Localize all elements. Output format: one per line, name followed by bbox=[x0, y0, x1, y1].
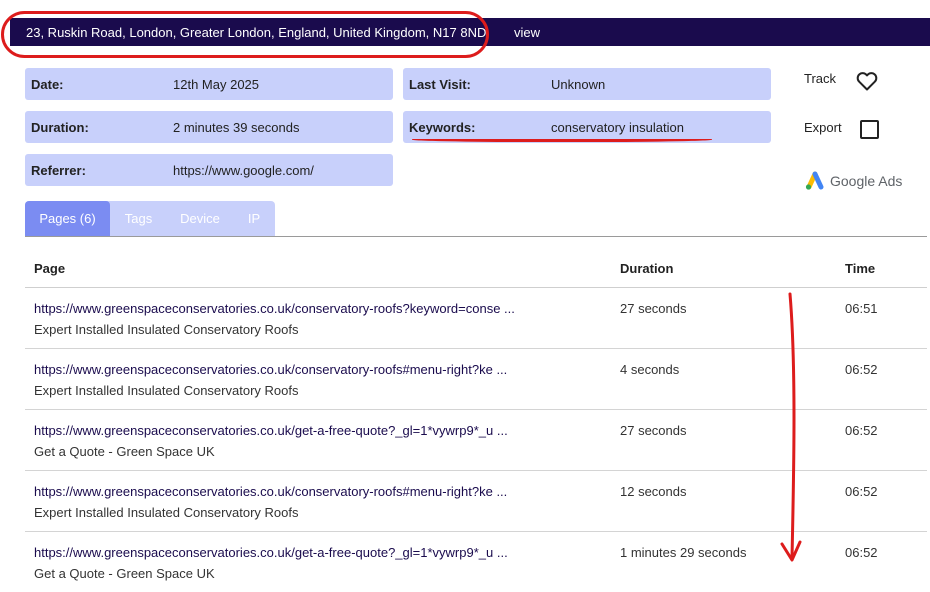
export-label: Export bbox=[804, 120, 842, 135]
date-value: 12th May 2025 bbox=[173, 77, 260, 92]
keywords-value: conservatory insulation bbox=[551, 120, 684, 135]
page-duration: 1 minutes 29 seconds bbox=[620, 545, 747, 560]
column-header-duration: Duration bbox=[620, 261, 674, 276]
keywords-field: Keywords: conservatory insulation bbox=[403, 111, 771, 143]
page-time: 06:52 bbox=[845, 362, 878, 377]
visitor-address: 23, Ruskin Road, London, Greater London,… bbox=[26, 25, 487, 40]
page-title: Expert Installed Insulated Conservatory … bbox=[34, 322, 299, 337]
page-url-link[interactable]: https://www.greenspaceconservatories.co.… bbox=[34, 423, 508, 438]
table-row: https://www.greenspaceconservatories.co.… bbox=[25, 288, 927, 349]
page-time: 06:52 bbox=[845, 484, 878, 499]
google-ads-logo-icon bbox=[805, 171, 824, 190]
referrer-value: https://www.google.com/ bbox=[173, 163, 314, 178]
last-visit-label: Last Visit: bbox=[409, 77, 471, 92]
tabs-divider bbox=[25, 236, 927, 237]
table-row: https://www.greenspaceconservatories.co.… bbox=[25, 532, 927, 592]
page-duration: 27 seconds bbox=[620, 301, 687, 316]
view-link[interactable]: view bbox=[514, 25, 540, 40]
page-duration: 12 seconds bbox=[620, 484, 687, 499]
page-title: Expert Installed Insulated Conservatory … bbox=[34, 505, 299, 520]
duration-label: Duration: bbox=[31, 120, 89, 135]
page-url-link[interactable]: https://www.greenspaceconservatories.co.… bbox=[34, 484, 507, 499]
keywords-label: Keywords: bbox=[409, 120, 476, 135]
tab-device[interactable]: Device bbox=[167, 201, 233, 237]
page-duration: 27 seconds bbox=[620, 423, 687, 438]
table-row: https://www.greenspaceconservatories.co.… bbox=[25, 349, 927, 410]
column-header-time: Time bbox=[845, 261, 876, 276]
last-visit-value: Unknown bbox=[551, 77, 606, 92]
table-row: https://www.greenspaceconservatories.co.… bbox=[25, 410, 927, 471]
date-field: Date: 12th May 2025 bbox=[25, 68, 393, 100]
page-title: Get a Quote - Green Space UK bbox=[34, 444, 215, 459]
page-duration: 4 seconds bbox=[620, 362, 680, 377]
page-title: Expert Installed Insulated Conservatory … bbox=[34, 383, 299, 398]
referrer-field: Referrer: https://www.google.com/ bbox=[25, 154, 393, 186]
page-title: Get a Quote - Green Space UK bbox=[34, 566, 215, 581]
track-label: Track bbox=[804, 71, 837, 86]
page-time: 06:52 bbox=[845, 423, 878, 438]
google-ads-label: Google Ads bbox=[830, 173, 903, 189]
tab-pages[interactable]: Pages (6) bbox=[25, 201, 110, 237]
address-header-bar: 23, Ruskin Road, London, Greater London,… bbox=[10, 18, 930, 46]
checkbox-icon[interactable] bbox=[860, 120, 879, 139]
tabs-bar: Pages (6) Tags Device IP bbox=[25, 201, 275, 237]
last-visit-field: Last Visit: Unknown bbox=[403, 68, 771, 100]
duration-value: 2 minutes 39 seconds bbox=[173, 120, 300, 135]
tab-ip[interactable]: IP bbox=[233, 201, 275, 237]
date-label: Date: bbox=[31, 77, 64, 92]
page-time: 06:52 bbox=[845, 545, 878, 560]
page-url-link[interactable]: https://www.greenspaceconservatories.co.… bbox=[34, 545, 508, 560]
column-header-page: Page bbox=[34, 261, 66, 276]
page-url-link[interactable]: https://www.greenspaceconservatories.co.… bbox=[34, 301, 515, 316]
heart-icon[interactable] bbox=[855, 69, 879, 93]
duration-field: Duration: 2 minutes 39 seconds bbox=[25, 111, 393, 143]
page-time: 06:51 bbox=[845, 301, 878, 316]
tab-tags[interactable]: Tags bbox=[110, 201, 167, 237]
table-row: https://www.greenspaceconservatories.co.… bbox=[25, 471, 927, 532]
page-url-link[interactable]: https://www.greenspaceconservatories.co.… bbox=[34, 362, 507, 377]
referrer-label: Referrer: bbox=[31, 163, 86, 178]
